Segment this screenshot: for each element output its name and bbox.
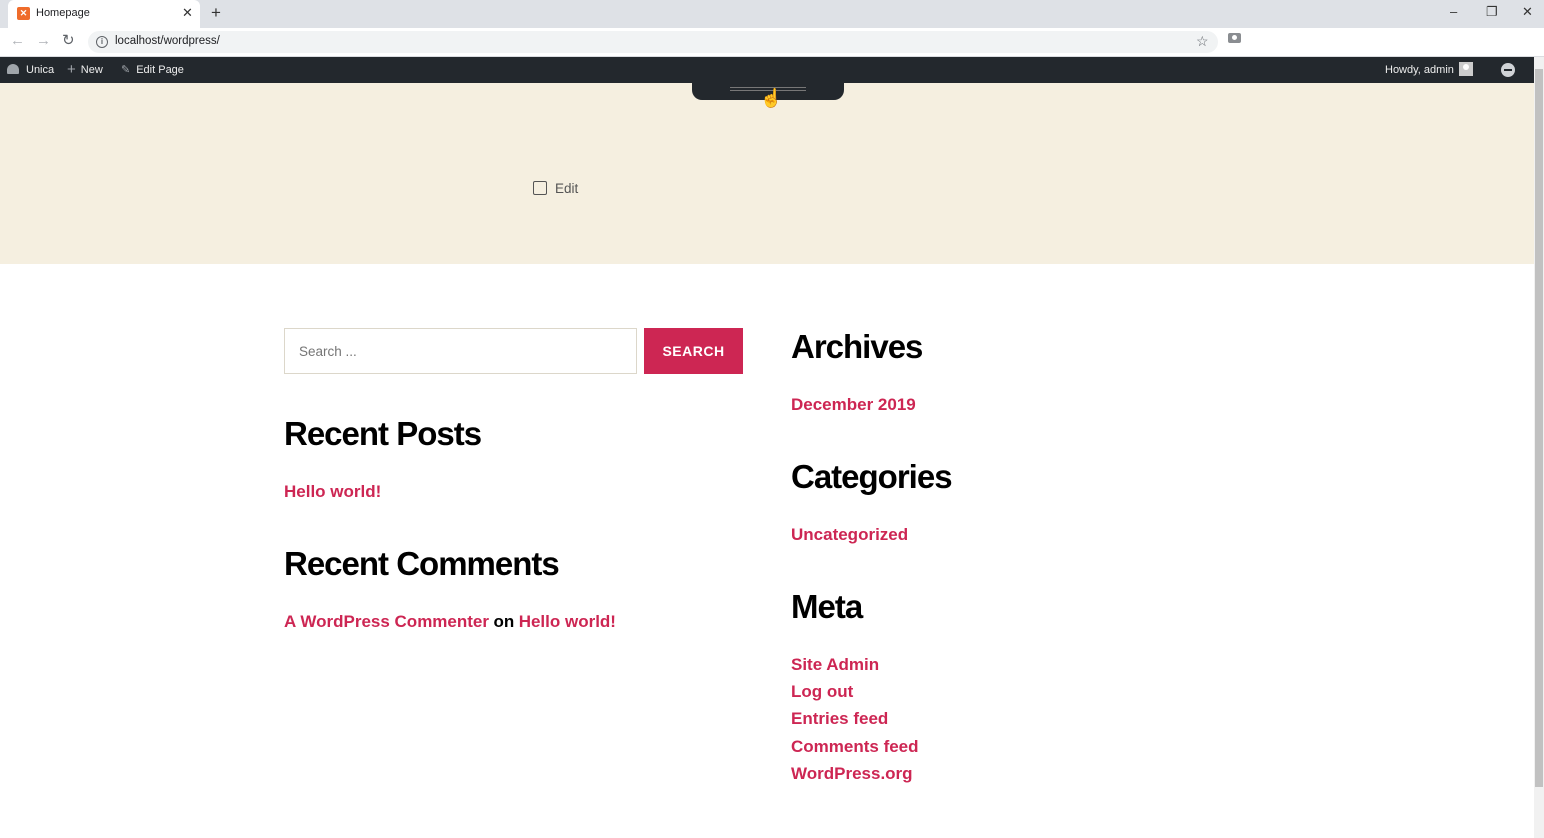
close-window-button[interactable]: ✕ xyxy=(1522,4,1533,20)
hand-cursor-icon: ☝ xyxy=(760,88,783,108)
new-tab-button[interactable]: + xyxy=(211,4,221,22)
search-button[interactable]: SEARCH xyxy=(644,328,743,374)
admin-account-menu[interactable]: Howdy, admin xyxy=(1385,57,1473,83)
new-label: New xyxy=(80,64,103,76)
dashboard-icon xyxy=(7,64,19,74)
edit-label: Edit xyxy=(555,181,579,196)
forward-arrow-icon[interactable]: → xyxy=(36,32,51,50)
meta-link-entries-feed[interactable]: Entries feed xyxy=(791,709,888,729)
archives-title: Archives xyxy=(791,328,923,365)
search-input[interactable] xyxy=(284,328,637,374)
archive-link[interactable]: December 2019 xyxy=(791,395,916,415)
comment-author-link[interactable]: A WordPress Commenter xyxy=(284,612,489,631)
recent-comment-item: A WordPress Commenter on Hello world! xyxy=(284,612,616,632)
meta-link-comments-feed[interactable]: Comments feed xyxy=(791,737,919,757)
meta-link-site-admin[interactable]: Site Admin xyxy=(791,655,879,675)
admin-edit-page-link[interactable]: ✎ Edit Page xyxy=(121,57,184,83)
info-icon[interactable]: i xyxy=(96,36,108,48)
browser-tab-bar: ✕ Homepage ✕ + – ❐ ✕ xyxy=(0,0,1544,28)
url-text[interactable]: localhost/wordpress/ xyxy=(115,35,220,47)
minus-circle-icon[interactable] xyxy=(1501,63,1515,77)
reload-icon[interactable]: ↻ xyxy=(62,32,75,50)
back-arrow-icon[interactable]: ← xyxy=(10,32,25,50)
xampp-favicon-icon: ✕ xyxy=(17,7,30,20)
categories-title: Categories xyxy=(791,458,953,495)
recent-comments-title: Recent Comments xyxy=(284,545,560,582)
camera-icon[interactable] xyxy=(1228,33,1241,43)
comment-post-link[interactable]: Hello world! xyxy=(519,612,616,631)
admin-new-link[interactable]: + New xyxy=(67,57,103,83)
bookmark-star-icon[interactable]: ☆ xyxy=(1196,33,1209,50)
pencil-icon: ✎ xyxy=(121,64,131,76)
recent-posts-title: Recent Posts xyxy=(284,415,482,452)
browser-toolbar: ← → ↻ i localhost/wordpress/ ☆ xyxy=(0,28,1544,57)
admin-site-link[interactable]: Unica xyxy=(7,57,54,83)
site-name: Unica xyxy=(26,64,55,76)
tab-close-icon[interactable]: ✕ xyxy=(182,5,193,21)
tab-title: Homepage xyxy=(36,7,90,19)
avatar xyxy=(1458,62,1473,76)
category-link[interactable]: Uncategorized xyxy=(791,525,908,545)
page-scrollbar[interactable] xyxy=(1534,57,1544,838)
address-bar[interactable]: i localhost/wordpress/ ☆ xyxy=(88,31,1218,53)
meta-title: Meta xyxy=(791,588,863,625)
page-header-section: Edit xyxy=(0,83,1534,264)
restore-button[interactable]: ❐ xyxy=(1486,4,1498,20)
browser-tab[interactable]: ✕ Homepage ✕ xyxy=(8,0,200,28)
scrollbar-thumb[interactable] xyxy=(1535,69,1543,787)
howdy-label: Howdy, admin xyxy=(1385,64,1454,76)
meta-link-wordpress-org[interactable]: WordPress.org xyxy=(791,764,913,784)
meta-link-log-out[interactable]: Log out xyxy=(791,682,853,702)
edit-link[interactable]: Edit xyxy=(533,181,578,196)
minimize-button[interactable]: – xyxy=(1450,4,1457,20)
edit-page-label: Edit Page xyxy=(136,64,184,76)
wp-admin-bar: Unica + New ✎ Edit Page Howdy, admin xyxy=(0,57,1534,83)
recent-post-link[interactable]: Hello world! xyxy=(284,482,381,502)
plus-icon: + xyxy=(67,61,76,78)
comment-on-text: on xyxy=(493,612,515,631)
edit-icon xyxy=(533,181,547,195)
